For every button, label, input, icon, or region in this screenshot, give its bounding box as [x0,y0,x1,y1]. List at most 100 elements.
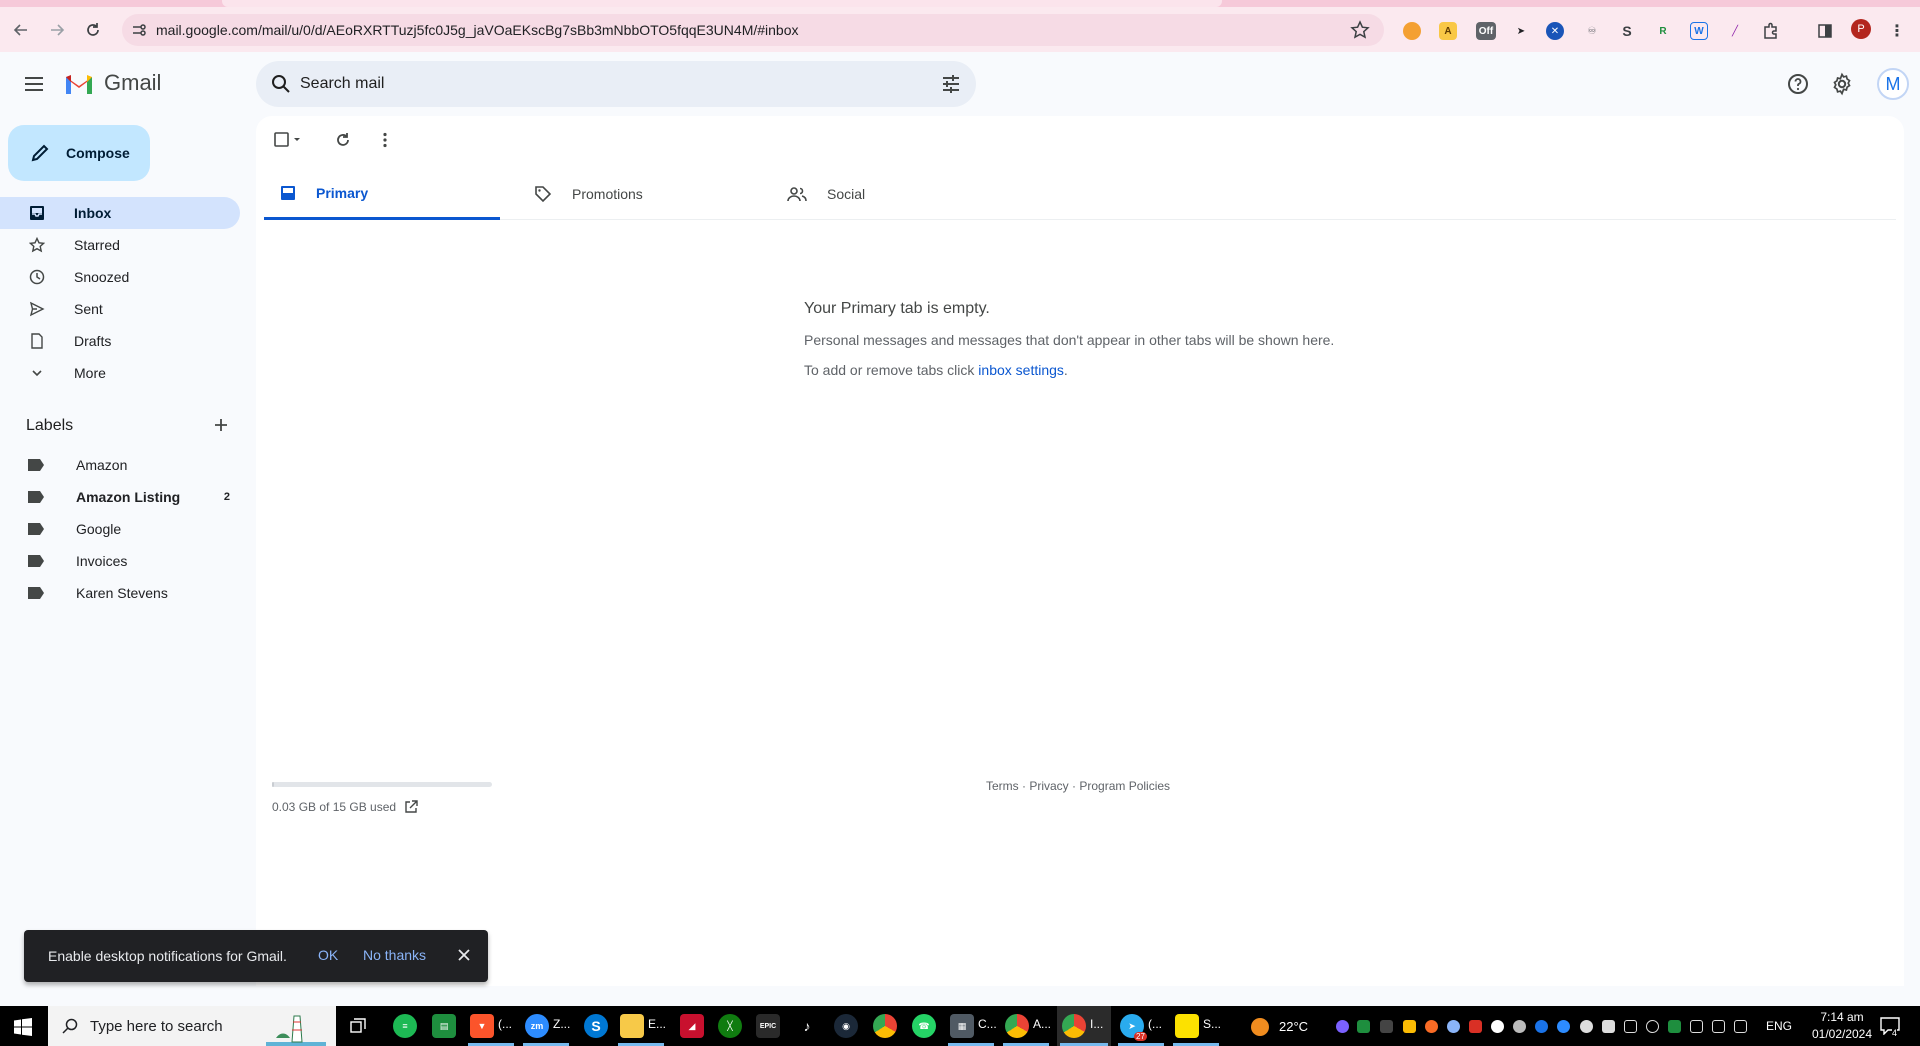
zoom-tray-icon[interactable] [1557,1020,1570,1033]
back-button[interactable] [8,17,34,43]
clock-time[interactable]: 7:14 am [1808,1010,1876,1024]
tray-app-icon[interactable] [1380,1020,1393,1033]
task-view-icon[interactable] [346,1014,370,1038]
zoom-icon[interactable]: zm [525,1014,549,1038]
enable-notifications-ok-button[interactable]: OK [318,947,338,963]
tab-primary[interactable]: Primary [264,168,500,220]
taskbar-search-box[interactable]: Type here to search [48,1006,336,1046]
file-explorer-icon[interactable] [620,1014,644,1038]
active-browser-tab[interactable] [222,0,1222,7]
inbox-settings-link[interactable]: inbox settings [978,362,1064,378]
add-label-icon[interactable] [211,415,231,435]
forward-button[interactable] [44,17,70,43]
sidebar-item-more[interactable]: More [0,357,240,389]
tray-app-icon[interactable] [1712,1020,1725,1033]
tray-app-icon[interactable] [1491,1020,1504,1033]
close-icon[interactable] [454,945,474,965]
extension-icon-2[interactable]: A [1439,22,1457,40]
address-bar[interactable]: mail.google.com/mail/u/0/d/AEoRXRTTuzj5f… [122,14,1384,46]
display-icon[interactable] [1734,1020,1747,1033]
extension-icon-5[interactable]: ✕ [1546,22,1564,40]
extension-icon-4[interactable]: ➤ [1512,22,1530,40]
calculator-icon[interactable]: ▦ [950,1014,974,1038]
sticky-notes-icon[interactable] [1175,1014,1199,1038]
sidebar-item-snoozed[interactable]: Snoozed [0,261,240,293]
search-input[interactable] [300,72,900,96]
sidebar-item-inbox[interactable]: Inbox [0,197,240,229]
tray-app-icon[interactable] [1469,1020,1482,1033]
search-options-icon[interactable] [940,73,962,95]
brave-browser-icon[interactable]: ▼ [470,1014,494,1038]
tray-app-icon[interactable] [1513,1020,1526,1033]
browser-profile-avatar[interactable]: P [1851,19,1871,39]
site-info-icon[interactable] [131,22,147,38]
extension-icon-1[interactable] [1403,22,1421,40]
extension-icon-7[interactable]: S [1618,22,1636,40]
viber-tray-icon[interactable] [1336,1020,1349,1033]
tab-social[interactable]: Social [771,168,1007,220]
sidebar-item-starred[interactable]: Starred [0,229,240,261]
network-icon[interactable] [1624,1020,1637,1033]
refresh-icon[interactable] [334,131,352,149]
label-item[interactable]: Amazon Listing 2 [0,481,240,513]
xbox-icon[interactable]: ╳ [718,1014,742,1038]
microphone-icon[interactable] [1602,1020,1615,1033]
whatsapp-icon[interactable]: ☎ [912,1014,936,1038]
tray-app-icon[interactable] [1425,1020,1438,1033]
tiktok-icon[interactable]: ♪ [795,1014,819,1038]
compose-button[interactable]: Compose [8,125,150,181]
privacy-link[interactable]: Privacy [1029,779,1068,793]
program-policies-link[interactable]: Program Policies [1079,779,1170,793]
select-all-checkbox[interactable] [274,131,304,149]
tray-app-icon[interactable] [1580,1020,1593,1033]
settings-gear-icon[interactable] [1830,72,1854,96]
extension-icon-8[interactable]: R [1654,22,1672,40]
tray-app-icon[interactable] [1668,1020,1681,1033]
tab-promotions[interactable]: Promotions [518,168,754,220]
account-avatar[interactable]: M [1877,68,1909,100]
clock-date[interactable]: 01/02/2024 [1802,1027,1882,1041]
epic-games-icon[interactable]: EPIC [756,1014,780,1038]
spotify-icon[interactable]: ≡ [393,1014,417,1038]
extension-icon-3[interactable]: Off [1476,22,1496,40]
chrome-icon[interactable] [873,1014,897,1038]
search-icon[interactable] [270,73,292,95]
windows-start-icon[interactable] [14,1018,32,1036]
sidebar-item-drafts[interactable]: Drafts [0,325,240,357]
open-in-new-icon[interactable] [404,800,418,814]
chrome-active-icon[interactable] [1062,1014,1086,1038]
bookmark-star-icon[interactable] [1350,20,1370,40]
sidebar-item-sent[interactable]: Sent [0,293,240,325]
label-item[interactable]: Amazon [0,449,240,481]
skype-icon[interactable]: S [584,1014,608,1038]
label-item[interactable]: Karen Stevens [0,577,240,609]
volume-icon[interactable] [1646,1020,1659,1033]
tray-app-icon[interactable] [1357,1020,1370,1033]
label-item[interactable]: Google [0,513,240,545]
reload-button[interactable] [80,17,106,43]
tray-app-icon[interactable] [1447,1020,1460,1033]
more-options-icon[interactable] [376,131,394,149]
weather-sun-icon[interactable] [1251,1018,1269,1036]
amd-icon[interactable]: ◢ [680,1014,704,1038]
gmail-logo[interactable]: Gmail [64,70,161,96]
label-item[interactable]: Invoices [0,545,240,577]
browser-menu-icon[interactable]: ⋮ [1888,22,1906,40]
extensions-puzzle-button[interactable] [1762,22,1780,40]
side-panel-button[interactable] [1816,22,1834,40]
extension-icon-9[interactable]: W [1690,22,1708,40]
extension-icon-6[interactable]: ♾ [1583,22,1601,40]
extension-icon-10[interactable]: ╱ [1726,22,1744,40]
input-language[interactable]: ENG [1766,1019,1792,1033]
help-icon[interactable] [1786,72,1810,96]
tray-app-icon[interactable] [1403,1020,1416,1033]
messages-icon[interactable]: ▤ [432,1014,456,1038]
main-menu-icon[interactable] [22,72,46,96]
search-bar[interactable] [256,61,976,107]
steam-icon[interactable]: ◉ [834,1014,858,1038]
no-thanks-button[interactable]: No thanks [363,947,426,963]
tray-app-icon[interactable] [1535,1020,1548,1033]
terms-link[interactable]: Terms [986,779,1019,793]
battery-icon[interactable] [1690,1020,1703,1033]
chrome-profile-icon[interactable] [1005,1014,1029,1038]
